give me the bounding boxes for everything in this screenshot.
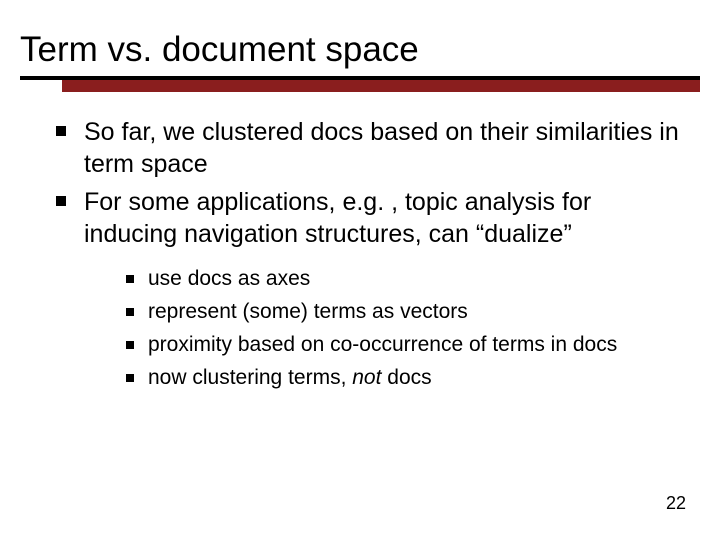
bullet-level2: now clustering terms, not docs <box>126 365 680 392</box>
bullet-text: represent (some) terms as vectors <box>148 299 468 326</box>
title-underline <box>20 76 700 92</box>
text-italic: not <box>352 366 381 389</box>
page-number: 22 <box>666 493 686 514</box>
bullet-level1: For some applications, e.g. , topic anal… <box>56 186 680 250</box>
bullet-level2: represent (some) terms as vectors <box>126 299 680 326</box>
bullet-text: proximity based on co-occurrence of term… <box>148 332 617 359</box>
square-bullet-icon <box>126 341 134 349</box>
bullet-text: now clustering terms, not docs <box>148 365 432 392</box>
bullet-level2: use docs as axes <box>126 266 680 293</box>
bullet-text: use docs as axes <box>148 266 310 293</box>
text-run: docs <box>381 366 431 389</box>
square-bullet-icon <box>56 126 66 136</box>
bullet-text: So far, we clustered docs based on their… <box>84 116 680 180</box>
slide-title: Term vs. document space <box>20 30 700 76</box>
sub-bullet-group: use docs as axes represent (some) terms … <box>56 256 680 392</box>
square-bullet-icon <box>126 374 134 382</box>
square-bullet-icon <box>56 196 66 206</box>
rule-red <box>62 80 700 92</box>
bullet-text: For some applications, e.g. , topic anal… <box>84 186 680 250</box>
slide: Term vs. document space So far, we clust… <box>0 0 720 540</box>
square-bullet-icon <box>126 275 134 283</box>
slide-body: So far, we clustered docs based on their… <box>0 92 720 392</box>
bullet-level2: proximity based on co-occurrence of term… <box>126 332 680 359</box>
square-bullet-icon <box>126 308 134 316</box>
bullet-level1: So far, we clustered docs based on their… <box>56 116 680 180</box>
title-area: Term vs. document space <box>0 0 720 76</box>
text-run: now clustering terms, <box>148 366 352 389</box>
